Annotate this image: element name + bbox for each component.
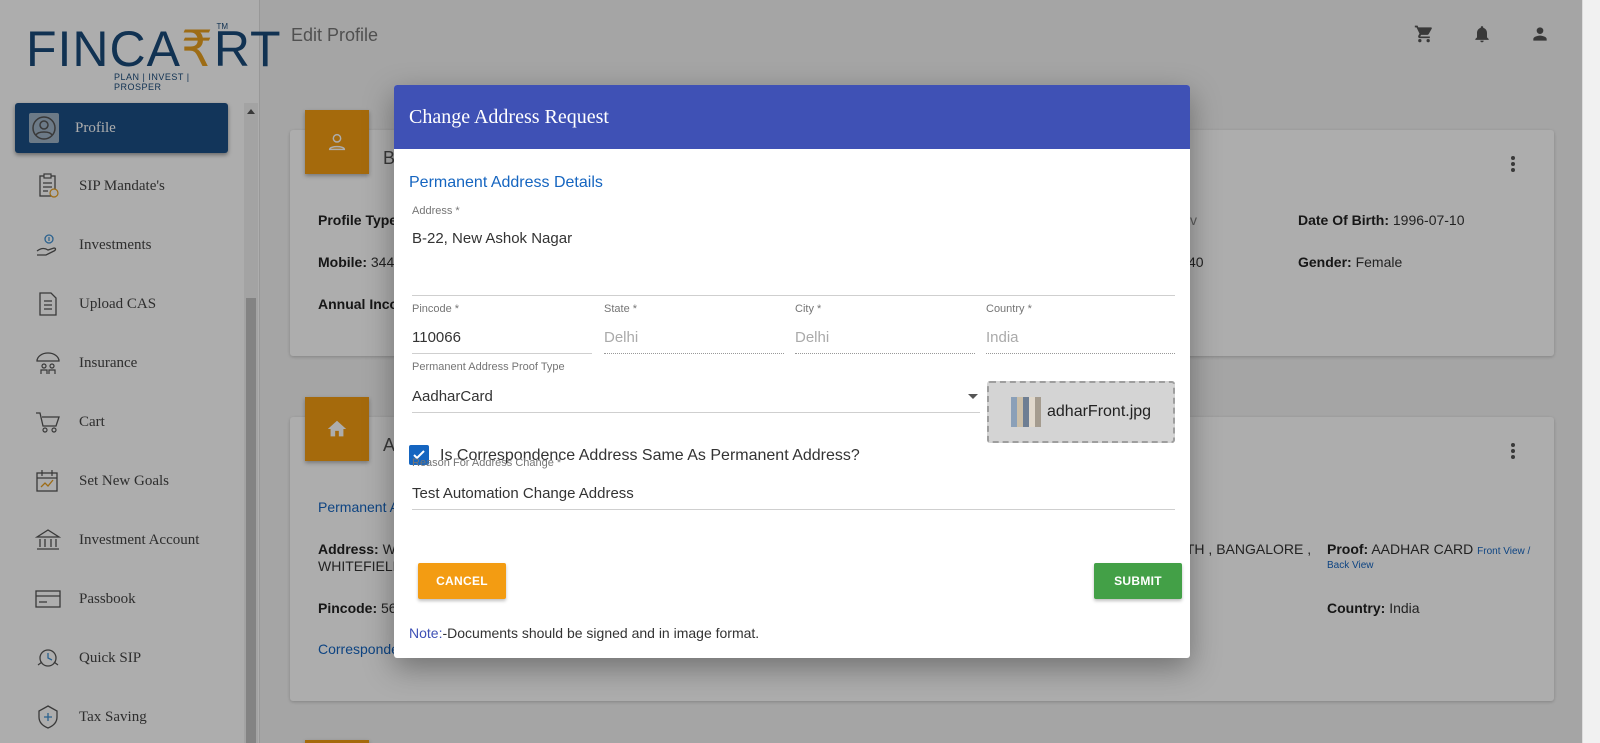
- address-underline: [412, 295, 1175, 296]
- cancel-button[interactable]: CANCEL: [418, 563, 506, 599]
- note-body: -Documents should be signed and in image…: [442, 625, 760, 641]
- file-thumbnail-image: [1011, 397, 1041, 427]
- reason-input[interactable]: Test Automation Change Address: [412, 485, 634, 502]
- pincode-label: Pincode *: [412, 303, 460, 315]
- proof-type-underline: [412, 412, 980, 413]
- submit-button[interactable]: SUBMIT: [1094, 563, 1182, 599]
- note-text: Note:-Documents should be signed and in …: [409, 625, 759, 641]
- dropdown-arrow-icon[interactable]: [968, 394, 978, 399]
- note-prefix: Note:: [409, 625, 443, 641]
- address-label: Address *: [412, 205, 460, 217]
- state-underline: [604, 353, 784, 354]
- pincode-input[interactable]: 110066: [412, 329, 461, 346]
- proof-type-label: Permanent Address Proof Type: [412, 361, 565, 373]
- reason-label: Reason For Address Change *: [412, 457, 562, 469]
- country-underline: [986, 353, 1175, 354]
- dialog-title: Change Address Request: [409, 106, 609, 128]
- reason-underline: [412, 509, 1175, 510]
- city-input: Delhi: [795, 329, 830, 346]
- state-label: State *: [604, 303, 638, 315]
- country-input: India: [986, 329, 1019, 346]
- country-label: Country *: [986, 303, 1032, 315]
- city-label: City *: [795, 303, 822, 315]
- change-address-dialog: Change Address Request Permanent Address…: [394, 85, 1190, 658]
- state-input: Delhi: [604, 329, 639, 346]
- page-scrollbar[interactable]: [1582, 0, 1600, 743]
- city-underline: [795, 353, 975, 354]
- address-input[interactable]: B-22, New Ashok Nagar: [412, 230, 572, 247]
- section-title: Permanent Address Details: [409, 174, 603, 191]
- uploaded-file-preview[interactable]: adharFront.jpg: [987, 381, 1175, 443]
- pincode-underline: [412, 353, 592, 354]
- dialog-header: Change Address Request: [394, 85, 1190, 149]
- proof-type-select[interactable]: AadharCard: [412, 388, 493, 405]
- file-name: adharFront.jpg: [1047, 403, 1152, 420]
